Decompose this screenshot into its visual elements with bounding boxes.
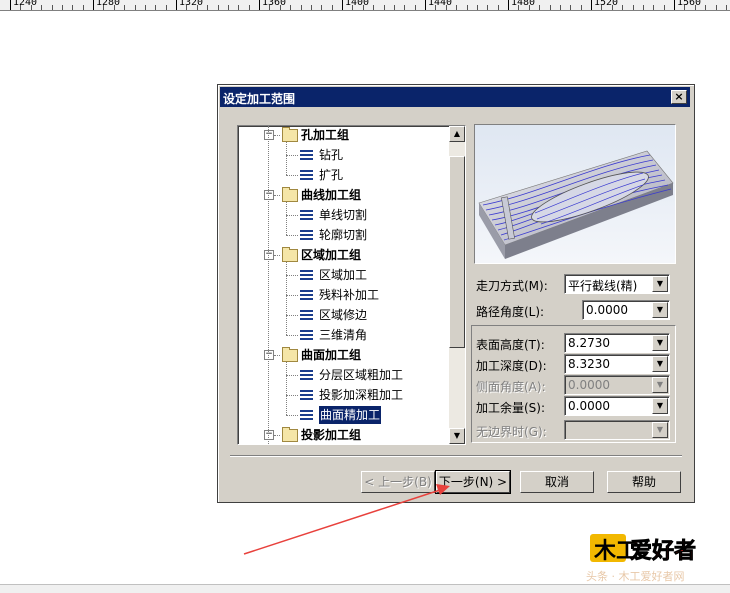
woodworking-logo: 木工 爱好者 [588,528,713,564]
annotation-arrow [243,484,450,555]
watermark: 头条 · 木工爱好者网 [586,570,685,583]
logo-text: 爱好者 [630,538,696,564]
